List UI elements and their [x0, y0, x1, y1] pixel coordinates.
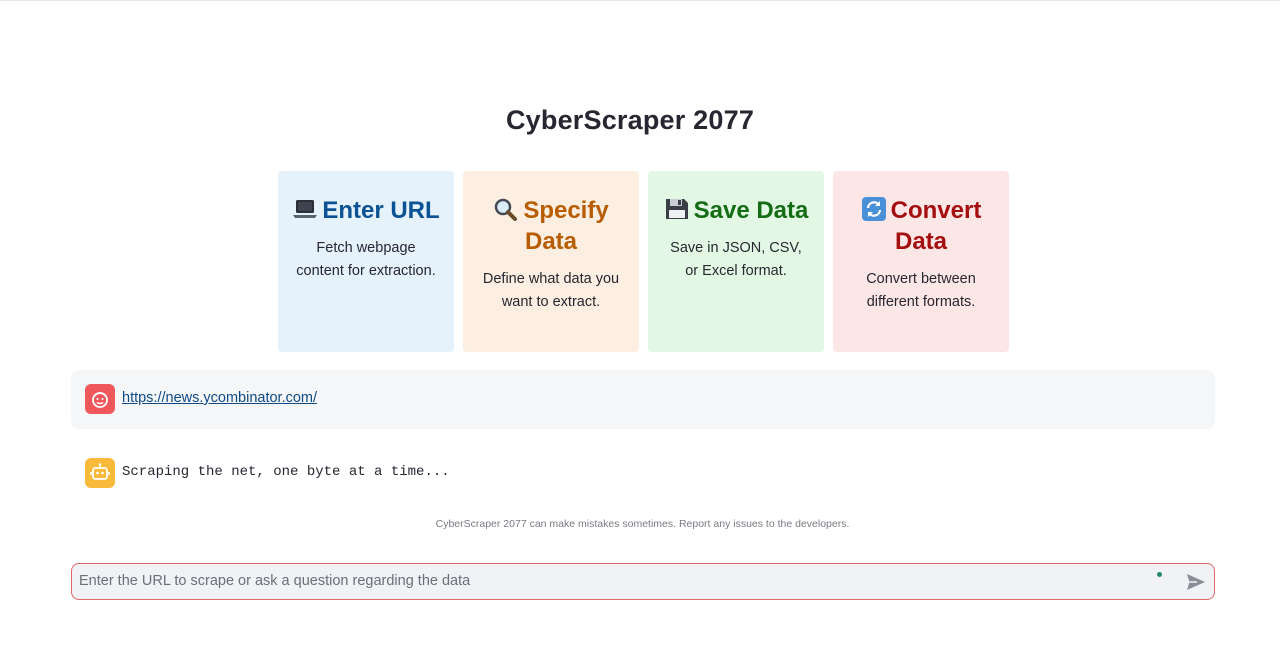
user-avatar: [85, 384, 115, 414]
laptop-icon: [292, 197, 318, 221]
magnifier-icon: [493, 197, 519, 221]
send-icon: [1187, 574, 1205, 590]
card-heading: Convert Data: [847, 195, 995, 257]
user-face-icon: [92, 392, 108, 408]
card-title: Specify Data: [523, 197, 609, 255]
robot-icon: [90, 463, 110, 480]
card-title: Save Data: [693, 197, 809, 224]
disclaimer-text: CyberScraper 2077 can make mistakes some…: [435, 518, 850, 530]
card-title: Enter URL: [322, 197, 440, 224]
feature-card-specify-data: Specify Data Define what data you want t…: [463, 171, 639, 352]
card-heading: Save Data: [662, 195, 810, 226]
feature-cards: Enter URL Fetch webpage content for extr…: [278, 171, 1009, 352]
card-description: Fetch webpage content for extraction.: [296, 240, 436, 279]
assistant-avatar: [85, 458, 115, 488]
card-description: Convert between different formats.: [866, 271, 976, 310]
user-message-link[interactable]: https://news.ycombinator.com/: [122, 390, 317, 406]
assistant-message: Scraping the net, one byte at a time...: [122, 464, 450, 480]
chat-input[interactable]: [72, 564, 1142, 598]
status-dot: [1157, 572, 1162, 577]
floppy-disk-icon: [664, 197, 690, 221]
card-description: Save in JSON, CSV, or Excel format.: [670, 240, 802, 279]
card-title: Convert Data: [890, 197, 982, 255]
chat-input-container: [71, 563, 1215, 600]
card-description: Define what data you want to extract.: [482, 271, 620, 310]
refresh-icon: [861, 197, 887, 221]
page-title: CyberScraper 2077: [505, 105, 755, 135]
send-button[interactable]: [1185, 571, 1207, 593]
feature-card-save-data: Save Data Save in JSON, CSV, or Excel fo…: [648, 171, 824, 352]
app-page: CyberScraper 2077 Enter URL Fetch webpag…: [0, 0, 1280, 646]
card-heading: Enter URL: [292, 195, 440, 226]
feature-card-convert-data: Convert Data Convert between different f…: [833, 171, 1009, 352]
user-message: https://news.ycombinator.com/: [71, 370, 1215, 429]
card-heading: Specify Data: [477, 195, 625, 257]
feature-card-enter-url: Enter URL Fetch webpage content for extr…: [278, 171, 454, 352]
